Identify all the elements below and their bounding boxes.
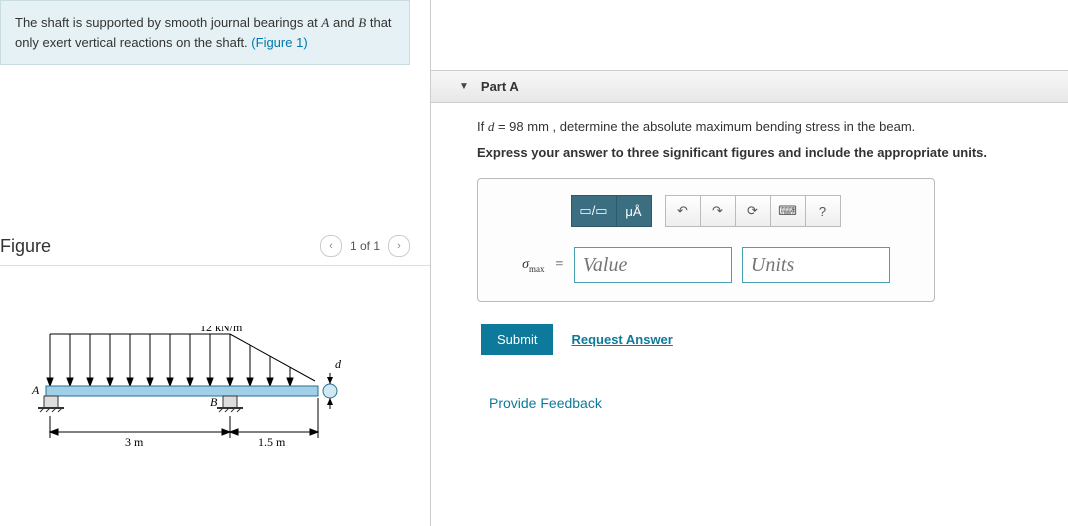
problem-intro: The shaft is supported by smooth journal… (0, 0, 410, 65)
units-input[interactable] (742, 247, 890, 283)
figure-next-button[interactable]: › (388, 235, 410, 257)
value-input[interactable] (574, 247, 732, 283)
answer-box: ▭/▭ μÅ ↶ ↷ ⟳ ⌨ ? σmax = (477, 178, 935, 302)
templates-button[interactable]: ▭/▭ (571, 195, 617, 227)
svg-text:12 kN/m: 12 kN/m (200, 326, 243, 334)
help-button[interactable]: ? (805, 195, 841, 227)
answer-variable-label: σmax (522, 257, 544, 274)
figure-heading: Figure (0, 236, 51, 257)
intro-text: The shaft is supported by smooth journal… (15, 15, 321, 30)
question-text: If d = 98 mm , determine the absolute ma… (477, 119, 1038, 135)
equals-label: = (554, 257, 563, 273)
redo-button[interactable]: ↷ (700, 195, 736, 227)
answer-toolbar: ▭/▭ μÅ ↶ ↷ ⟳ ⌨ ? (496, 195, 916, 227)
part-title: Part A (481, 79, 519, 94)
figure-diagram: 12 kN/m A B d 3 m 1.5 m (0, 266, 430, 459)
svg-text:d: d (335, 357, 342, 371)
figure-pager: ‹ 1 of 1 › (320, 235, 410, 257)
request-answer-link[interactable]: Request Answer (571, 332, 672, 347)
svg-text:A: A (31, 383, 40, 397)
svg-text:B: B (210, 395, 218, 409)
figure-page-indicator: 1 of 1 (350, 239, 380, 253)
part-header[interactable]: ▼ Part A (431, 70, 1068, 103)
question-instruction: Express your answer to three significant… (477, 145, 1038, 160)
collapse-caret-icon: ▼ (459, 81, 469, 92)
provide-feedback-link[interactable]: Provide Feedback (489, 395, 1038, 411)
svg-text:3 m: 3 m (125, 435, 144, 449)
keyboard-button[interactable]: ⌨ (770, 195, 806, 227)
svg-text:1.5 m: 1.5 m (258, 435, 286, 449)
intro-text: and (329, 15, 358, 30)
submit-button[interactable]: Submit (481, 324, 553, 355)
undo-button[interactable]: ↶ (665, 195, 701, 227)
special-chars-button[interactable]: μÅ (616, 195, 652, 227)
figure-prev-button[interactable]: ‹ (320, 235, 342, 257)
reset-button[interactable]: ⟳ (735, 195, 771, 227)
figure-link[interactable]: (Figure 1) (251, 35, 307, 50)
